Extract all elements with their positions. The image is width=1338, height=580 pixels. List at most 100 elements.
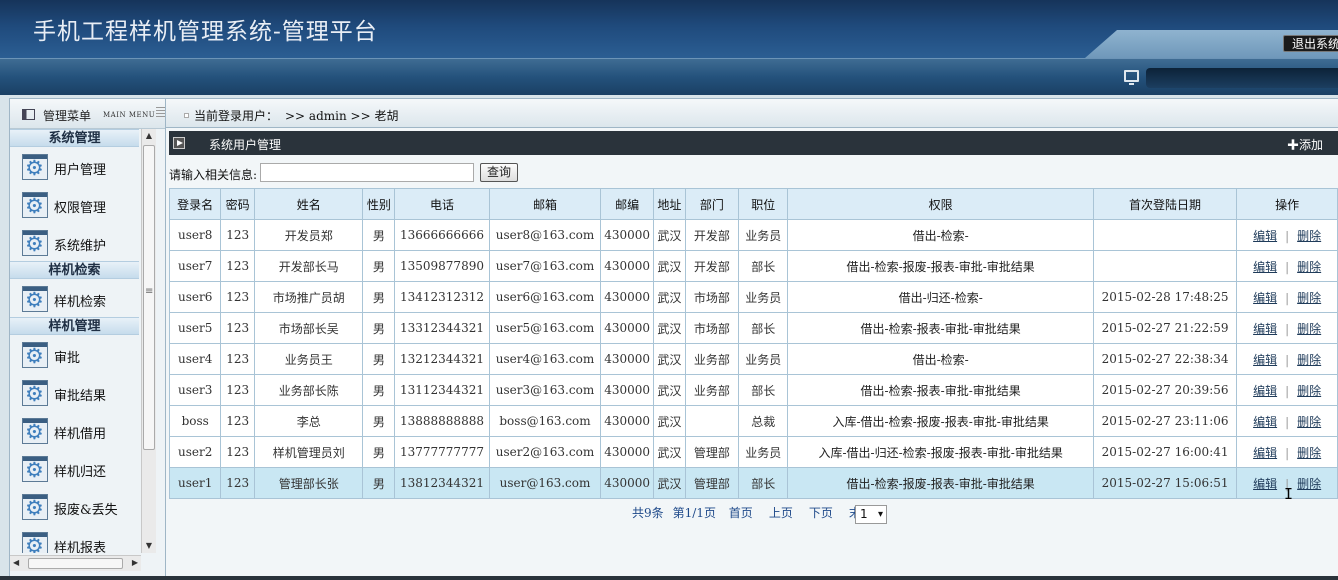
table-cell: boss <box>168 405 222 437</box>
table-cell: 13888888888 <box>394 405 490 437</box>
table-cell: 市场推广员胡 <box>253 281 364 313</box>
scroll-right-arrow-icon[interactable]: ▶ <box>132 558 138 567</box>
table-cell: 430000 <box>600 250 654 282</box>
pagination: 共9条第1/1页 首页上页下页末页 <box>632 504 882 521</box>
edit-link[interactable]: 编辑 <box>1253 322 1277 336</box>
menu-item-label: 报废&丢失 <box>54 503 118 518</box>
column-header: 电话 <box>394 188 490 220</box>
search-input[interactable] <box>260 163 474 182</box>
delete-link[interactable]: 删除 <box>1297 384 1321 398</box>
menu-item[interactable]: 样机报表 <box>10 525 139 553</box>
pager-first-link[interactable]: 首页 <box>729 506 753 520</box>
grip-icon[interactable] <box>156 107 165 119</box>
column-header: 邮编 <box>600 188 654 220</box>
nav-strip <box>0 58 1338 95</box>
scroll-left-arrow-icon[interactable]: ◀ <box>13 558 19 567</box>
table-cell: 样机管理员刘 <box>253 436 364 468</box>
table-cell: 123 <box>220 436 255 468</box>
column-header: 操作 <box>1236 188 1338 220</box>
table-cell: 男 <box>362 467 396 499</box>
current-user-path: >> admin >> 老胡 <box>285 109 399 123</box>
table-cell: user6@163.com <box>488 281 602 313</box>
edit-link[interactable]: 编辑 <box>1253 446 1277 460</box>
table-row: user4 123 业务员王男 13212344321 user4@163.com 430… <box>168 343 1338 375</box>
scroll-thumb[interactable] <box>143 145 155 450</box>
users-table: 登录名 密码 姓名 性别 电话 邮箱 邮编 地址 部门 职位 权限 首次登陆日期 操作 user8 123… <box>168 188 1338 499</box>
table-body: user8 123 开发员郑男 13666666666 user8@163.com 430… <box>168 219 1338 499</box>
pager-next-link[interactable]: 下页 <box>809 506 833 520</box>
delete-link[interactable]: 删除 <box>1297 260 1321 274</box>
monitor-icon[interactable] <box>1124 70 1139 85</box>
row-actions: 编辑 | 删除 <box>1236 436 1338 468</box>
gear-icon <box>22 532 48 553</box>
table-cell: user3 <box>168 374 222 406</box>
table-cell: 部长 <box>737 374 789 406</box>
search-button[interactable]: 查询 <box>480 163 518 182</box>
edit-link[interactable]: 编辑 <box>1253 260 1277 274</box>
edit-link[interactable]: 编辑 <box>1253 229 1277 243</box>
scroll-up-arrow-icon[interactable]: ▲ <box>144 131 154 141</box>
table-cell: 13212344321 <box>394 343 490 375</box>
menu-item[interactable]: 样机借用 <box>10 411 139 449</box>
table-cell: 430000 <box>600 219 654 251</box>
menu-item[interactable]: 样机归还 <box>10 449 139 487</box>
pager-page-info: 第1/1页 <box>672 506 716 520</box>
menu-item[interactable]: 权限管理 <box>10 185 139 223</box>
delete-link[interactable]: 删除 <box>1297 353 1321 367</box>
action-separator: | <box>1285 414 1290 429</box>
add-user-button[interactable]: ✚添加 <box>1287 136 1323 153</box>
table-row: boss 123 李总男 13888888888 boss@163.com 430000 武… <box>168 405 1338 437</box>
pager-prev-link[interactable]: 上页 <box>769 506 793 520</box>
h-scroll-thumb[interactable] <box>28 558 123 569</box>
menu-item[interactable]: 系统维护 <box>10 223 139 261</box>
table-cell: 业务员王 <box>253 343 364 375</box>
menu-item[interactable]: 用户管理 <box>10 147 139 185</box>
table-cell: 男 <box>362 250 396 282</box>
table-cell: 部长 <box>737 250 789 282</box>
menu-item[interactable]: 审批 <box>10 335 139 373</box>
action-separator: | <box>1285 228 1290 243</box>
menu-item[interactable]: 样机检索 <box>10 279 139 317</box>
table-cell: 总裁 <box>737 405 789 437</box>
app-title: 手机工程样机管理系统-管理平台 <box>33 19 378 45</box>
table-row: user1 123 管理部长张男 13812344321 user@163.com 430… <box>168 467 1338 499</box>
menu-item[interactable]: 报废&丢失 <box>10 487 139 525</box>
table-cell: user2 <box>168 436 222 468</box>
table-cell: 123 <box>220 374 255 406</box>
table-row: user7 123 开发部长马男 13509877890 user7@163.com 43… <box>168 250 1338 282</box>
menu-item-label: 系统维护 <box>54 239 107 254</box>
edit-link[interactable]: 编辑 <box>1253 477 1277 491</box>
delete-link[interactable]: 删除 <box>1297 415 1321 429</box>
edit-link[interactable]: 编辑 <box>1253 353 1277 367</box>
menu-item-label: 权限管理 <box>54 201 107 216</box>
table-cell: 男 <box>362 281 396 313</box>
row-actions: 编辑 | 删除 <box>1236 312 1338 344</box>
table-cell: 123 <box>220 467 255 499</box>
table-cell: 430000 <box>600 312 654 344</box>
content-title-bar: 系统用户管理 ✚添加 <box>169 131 1338 155</box>
edit-link[interactable]: 编辑 <box>1253 291 1277 305</box>
gear-icon <box>22 286 48 312</box>
delete-link[interactable]: 删除 <box>1297 446 1321 460</box>
logout-button[interactable]: 退出系统 <box>1283 35 1338 52</box>
delete-link[interactable]: 删除 <box>1297 229 1321 243</box>
page-select[interactable]: 1 <box>855 505 887 524</box>
table-cell: 123 <box>220 281 255 313</box>
gear-icon <box>22 456 48 482</box>
delete-link[interactable]: 删除 <box>1297 322 1321 336</box>
menu-item[interactable]: 审批结果 <box>10 373 139 411</box>
table-cell: 业务部 <box>684 374 739 406</box>
menu-vertical-scrollbar[interactable]: ▲ ▼ <box>141 129 156 553</box>
table-cell: 李总 <box>253 405 364 437</box>
table-cell <box>1092 219 1238 251</box>
table-cell: 业务员 <box>737 343 789 375</box>
edit-link[interactable]: 编辑 <box>1253 415 1277 429</box>
scroll-down-arrow-icon[interactable]: ▼ <box>144 541 154 551</box>
column-header: 登录名 <box>168 188 222 220</box>
table-cell <box>684 405 739 437</box>
menu-horizontal-scrollbar[interactable]: ◀ ▶ <box>10 555 141 571</box>
delete-link[interactable]: 删除 <box>1297 291 1321 305</box>
delete-link[interactable]: 删除 <box>1297 477 1321 491</box>
table-cell <box>1092 250 1238 282</box>
edit-link[interactable]: 编辑 <box>1253 384 1277 398</box>
